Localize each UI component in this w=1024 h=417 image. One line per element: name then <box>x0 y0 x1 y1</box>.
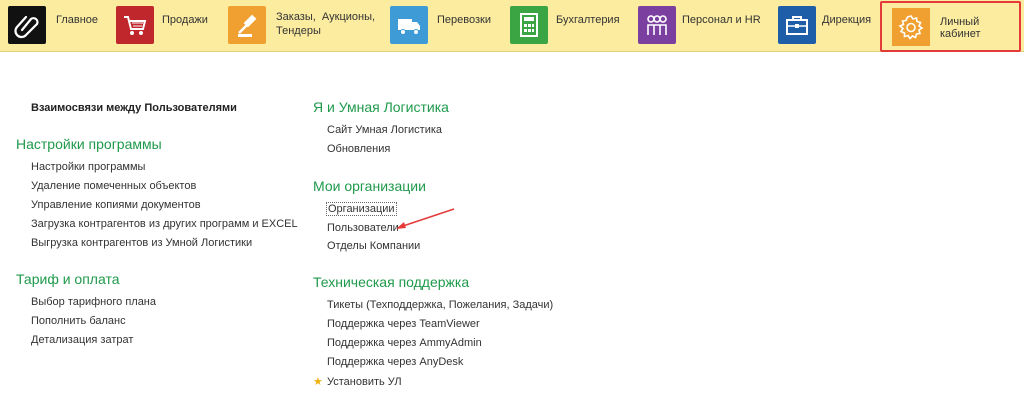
calculator-icon <box>510 6 548 44</box>
install-ul-link[interactable]: Установить УЛ <box>327 376 402 388</box>
delete-marked-link[interactable]: Удаление помеченных объектов <box>31 180 196 192</box>
gavel-icon <box>228 6 266 44</box>
star-icon: ★ <box>313 376 323 388</box>
updates-link[interactable]: Обновления <box>327 143 390 155</box>
section-main[interactable]: Главное <box>0 0 105 51</box>
content-area: Взаимосвязи между Пользователями Настрой… <box>0 52 1024 417</box>
logistics-heading: Я и Умная Логистика <box>313 99 449 115</box>
users-relations-link[interactable]: Взаимосвязи между Пользователями <box>31 102 237 114</box>
top-up-balance-link[interactable]: Пополнить баланс <box>31 315 126 327</box>
section-management[interactable]: Дирекция <box>776 0 880 51</box>
teamviewer-link[interactable]: Поддержка через TeamViewer <box>327 318 480 330</box>
section-accounting[interactable]: Бухгалтерия <box>508 0 634 51</box>
section-label: Дирекция <box>822 14 872 26</box>
section-orders[interactable]: Заказы, Аукционы, Тендеры <box>226 0 386 51</box>
section-label: Личный кабинет <box>940 16 981 40</box>
settings-link[interactable]: Настройки программы <box>31 161 145 173</box>
departments-link[interactable]: Отделы Компании <box>327 240 420 252</box>
section-label: Продажи <box>162 14 208 26</box>
truck-icon <box>390 6 428 44</box>
cart-icon <box>116 6 154 44</box>
section-label: Персонал и HR <box>682 14 761 26</box>
section-transport[interactable]: Перевозки <box>388 0 506 51</box>
backup-management-link[interactable]: Управление копиями документов <box>31 199 201 211</box>
tariff-plan-link[interactable]: Выбор тарифного плана <box>31 296 156 308</box>
settings-heading: Настройки программы <box>16 136 162 152</box>
gear-icon <box>892 8 930 46</box>
people-icon <box>638 6 676 44</box>
export-contractors-link[interactable]: Выгрузка контрагентов из Умной Логистики <box>31 237 252 249</box>
section-label: Главное <box>56 14 99 26</box>
import-contractors-link[interactable]: Загрузка контрагентов из других программ… <box>31 218 298 230</box>
section-panel: Главное Продажи Заказы, Аукционы, Тендер… <box>0 0 1024 52</box>
section-hr[interactable]: Персонал и HR <box>636 0 774 51</box>
logistics-site-link[interactable]: Сайт Умная Логистика <box>327 124 442 136</box>
section-label: Бухгалтерия <box>556 14 620 26</box>
pointer-arrow <box>396 208 455 229</box>
orgs-heading: Мои организации <box>313 178 426 194</box>
cost-details-link[interactable]: Детализация затрат <box>31 334 133 346</box>
ammyadmin-link[interactable]: Поддержка через AmmyAdmin <box>327 337 482 349</box>
users-link[interactable]: Пользователи <box>327 222 399 234</box>
section-label-line1: Заказы, Аукционы, <box>276 11 376 23</box>
section-label: Перевозки <box>437 14 491 26</box>
section-personal-account[interactable]: Личный кабинет <box>880 1 1021 52</box>
organizations-link[interactable]: Организации <box>326 202 397 216</box>
paperclip-icon <box>8 6 46 44</box>
anydesk-link[interactable]: Поддержка через AnyDesk <box>327 356 463 368</box>
section-label-line2: Тендеры <box>276 25 321 37</box>
tariff-heading: Тариф и оплата <box>16 271 120 287</box>
support-heading: Техническая поддержка <box>313 274 470 290</box>
briefcase-icon <box>778 6 816 44</box>
section-sales[interactable]: Продажи <box>112 0 222 51</box>
tickets-link[interactable]: Тикеты (Техподдержка, Пожелания, Задачи) <box>327 299 553 311</box>
